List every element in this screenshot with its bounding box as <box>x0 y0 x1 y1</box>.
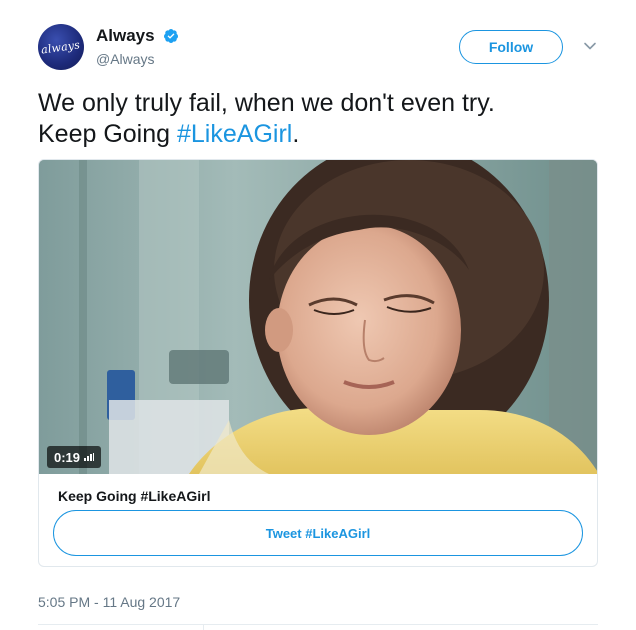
video-card: 0:19 Keep Going #LikeAGirl Tweet #LikeAG… <box>38 159 598 567</box>
tweet-line-2-text: Keep Going <box>38 120 177 148</box>
video-player[interactable]: 0:19 <box>39 160 597 474</box>
hashtag-link[interactable]: #LikeAGirl <box>177 120 292 148</box>
card-title[interactable]: Keep Going #LikeAGirl <box>58 488 210 504</box>
display-name[interactable]: Always <box>96 26 155 46</box>
volume-bars-icon <box>84 453 95 461</box>
follow-button[interactable]: Follow <box>459 30 563 64</box>
verified-badge-icon <box>164 29 179 43</box>
tweet-line-1: We only truly fail, when we don't even t… <box>38 89 495 117</box>
tweet-line-2: Keep Going #LikeAGirl. <box>38 119 618 150</box>
video-duration-badge: 0:19 <box>47 446 102 468</box>
tweet-text: We only truly fail, when we don't even t… <box>38 88 618 150</box>
divider <box>38 624 598 625</box>
video-thumbnail <box>39 160 597 474</box>
tweet-timestamp[interactable]: 5:05 PM - 11 Aug 2017 <box>38 594 180 610</box>
chevron-down-icon[interactable] <box>583 39 597 53</box>
account-info: Always @Always <box>96 26 179 67</box>
tweet-line-2-end: . <box>292 120 300 148</box>
tweet-header: always Always @Always Follow <box>38 24 608 74</box>
avatar-logo-text: always <box>40 37 82 57</box>
divider-tick <box>203 624 204 630</box>
video-duration: 0:19 <box>54 449 81 465</box>
tweet-hashtag-button[interactable]: Tweet #LikeAGirl <box>53 510 583 556</box>
avatar[interactable]: always <box>38 24 84 70</box>
handle[interactable]: @Always <box>96 51 179 67</box>
